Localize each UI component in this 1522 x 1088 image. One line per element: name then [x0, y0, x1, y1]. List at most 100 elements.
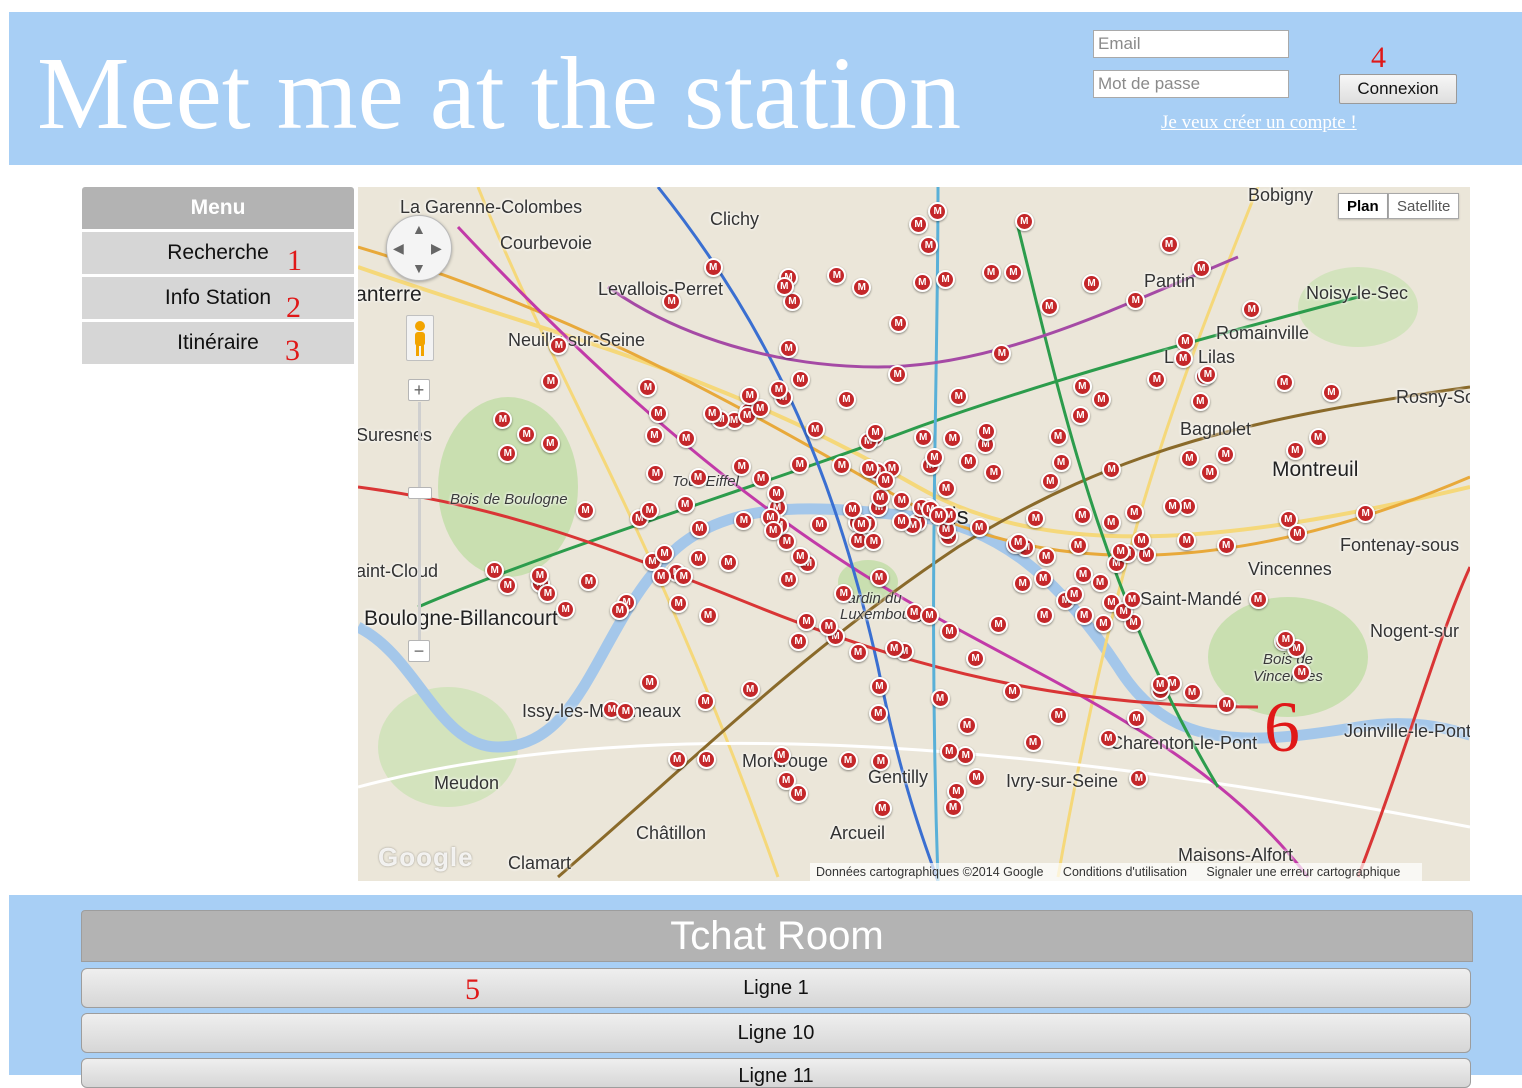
metro-station-marker[interactable]: M: [517, 424, 537, 444]
metro-station-marker[interactable]: M: [1177, 530, 1197, 550]
metro-station-marker[interactable]: M: [805, 420, 825, 440]
metro-station-marker[interactable]: M: [869, 676, 889, 696]
metro-station-marker[interactable]: M: [969, 517, 989, 537]
metro-station-marker[interactable]: M: [1200, 462, 1220, 482]
metro-station-marker[interactable]: M: [1034, 605, 1054, 625]
metro-station-marker[interactable]: M: [676, 429, 696, 449]
metro-station-marker[interactable]: M: [774, 277, 794, 297]
chevron-left-icon[interactable]: ◀: [393, 240, 404, 257]
metro-station-marker[interactable]: M: [940, 621, 960, 641]
metro-station-marker[interactable]: M: [1023, 732, 1043, 752]
metro-station-marker[interactable]: M: [696, 749, 716, 769]
metro-station-marker[interactable]: M: [889, 313, 909, 333]
metro-station-marker[interactable]: M: [740, 680, 760, 700]
login-button[interactable]: Connexion: [1339, 74, 1457, 104]
metro-station-marker[interactable]: M: [1098, 728, 1118, 748]
metro-station-marker[interactable]: M: [718, 552, 738, 572]
metro-station-marker[interactable]: M: [870, 488, 890, 508]
metro-station-marker[interactable]: M: [763, 521, 783, 541]
metro-station-marker[interactable]: M: [892, 512, 912, 532]
metro-station-marker[interactable]: M: [819, 616, 839, 636]
metro-station-marker[interactable]: M: [866, 423, 886, 443]
metro-station-marker[interactable]: M: [1321, 382, 1341, 402]
metro-station-marker[interactable]: M: [834, 583, 854, 603]
metro-station-marker[interactable]: M: [869, 568, 889, 588]
metro-station-marker[interactable]: M: [868, 703, 888, 723]
zoom-slider-thumb[interactable]: [408, 487, 432, 499]
metro-station-marker[interactable]: M: [1308, 427, 1328, 447]
map-type-plan[interactable]: Plan: [1338, 193, 1388, 219]
metro-station-marker[interactable]: M: [892, 490, 912, 510]
metro-station-marker[interactable]: M: [779, 338, 799, 358]
metro-station-marker[interactable]: M: [832, 455, 852, 475]
metro-station-marker[interactable]: M: [852, 277, 872, 297]
metro-station-marker[interactable]: M: [912, 272, 932, 292]
chevron-down-icon[interactable]: ▼: [412, 260, 426, 276]
metro-station-marker[interactable]: M: [1182, 683, 1202, 703]
metro-station-marker[interactable]: M: [936, 269, 956, 289]
chat-line-item[interactable]: Ligne 1: [81, 968, 1471, 1008]
metro-station-marker[interactable]: M: [1216, 536, 1236, 556]
chevron-right-icon[interactable]: ▶: [431, 240, 442, 257]
metro-station-marker[interactable]: M: [949, 386, 969, 406]
metro-station-marker[interactable]: M: [1101, 512, 1121, 532]
email-field[interactable]: [1093, 30, 1289, 58]
metro-station-marker[interactable]: M: [1070, 405, 1090, 425]
metro-station-marker[interactable]: M: [1013, 573, 1033, 593]
metro-map[interactable]: La Garenne-Colombes Courbevoie Clichy Bo…: [358, 187, 1470, 881]
metro-station-marker[interactable]: M: [1274, 372, 1294, 392]
metro-station-marker[interactable]: M: [928, 201, 948, 221]
metro-station-marker[interactable]: M: [675, 494, 695, 514]
metro-station-marker[interactable]: M: [1036, 547, 1056, 567]
metro-station-marker[interactable]: M: [651, 567, 671, 586]
zoom-out-button[interactable]: −: [408, 640, 430, 662]
metro-station-marker[interactable]: M: [939, 742, 959, 762]
metro-station-marker[interactable]: M: [1064, 585, 1084, 605]
metro-station-marker[interactable]: M: [797, 611, 817, 631]
metro-station-marker[interactable]: M: [843, 499, 863, 519]
metro-station-marker[interactable]: M: [1051, 453, 1071, 473]
metro-station-marker[interactable]: M: [1008, 532, 1028, 552]
metro-station-marker[interactable]: M: [702, 404, 722, 424]
metro-station-marker[interactable]: M: [966, 649, 986, 669]
chevron-up-icon[interactable]: ▲: [412, 221, 426, 237]
metro-station-marker[interactable]: M: [1198, 364, 1218, 384]
metro-station-marker[interactable]: M: [640, 672, 660, 692]
metro-station-marker[interactable]: M: [1132, 530, 1152, 550]
metro-station-marker[interactable]: M: [1122, 590, 1142, 610]
metro-station-marker[interactable]: M: [909, 214, 929, 234]
chat-line-item[interactable]: Ligne 11: [81, 1058, 1471, 1088]
metro-station-marker[interactable]: M: [1102, 459, 1122, 479]
metro-station-marker[interactable]: M: [1072, 506, 1092, 526]
metro-station-marker[interactable]: M: [698, 606, 718, 626]
metro-station-marker[interactable]: M: [789, 632, 809, 652]
metro-station-marker[interactable]: M: [751, 469, 771, 489]
menu-item-itineraire[interactable]: Itinéraire: [82, 322, 354, 364]
metro-station-marker[interactable]: M: [1191, 259, 1211, 279]
metro-station-marker[interactable]: M: [929, 505, 949, 525]
report-error-link[interactable]: Signaler une erreur cartographique: [1206, 865, 1400, 879]
metro-station-marker[interactable]: M: [1073, 564, 1093, 584]
metro-station-marker[interactable]: M: [667, 749, 687, 769]
metro-station-marker[interactable]: M: [876, 470, 896, 490]
zoom-in-button[interactable]: +: [408, 379, 430, 401]
metro-station-marker[interactable]: M: [956, 745, 976, 765]
metro-station-marker[interactable]: M: [688, 468, 708, 488]
metro-station-marker[interactable]: M: [689, 548, 709, 568]
password-field[interactable]: [1093, 70, 1289, 98]
menu-item-recherche[interactable]: Recherche: [82, 232, 354, 274]
metro-station-marker[interactable]: M: [1014, 211, 1034, 231]
metro-station-marker[interactable]: M: [1150, 675, 1170, 695]
metro-station-marker[interactable]: M: [1175, 331, 1195, 351]
metro-station-marker[interactable]: M: [1090, 573, 1110, 593]
metro-station-marker[interactable]: M: [1048, 426, 1068, 446]
metro-station-marker[interactable]: M: [981, 263, 1001, 283]
metro-station-marker[interactable]: M: [576, 500, 596, 520]
metro-station-marker[interactable]: M: [771, 745, 791, 765]
metro-station-marker[interactable]: M: [767, 483, 787, 503]
metro-station-marker[interactable]: M: [957, 716, 977, 736]
metro-station-marker[interactable]: M: [1003, 262, 1023, 282]
metro-station-marker[interactable]: M: [1159, 235, 1179, 255]
metro-station-marker[interactable]: M: [648, 403, 668, 423]
metro-station-marker[interactable]: M: [1039, 297, 1059, 317]
